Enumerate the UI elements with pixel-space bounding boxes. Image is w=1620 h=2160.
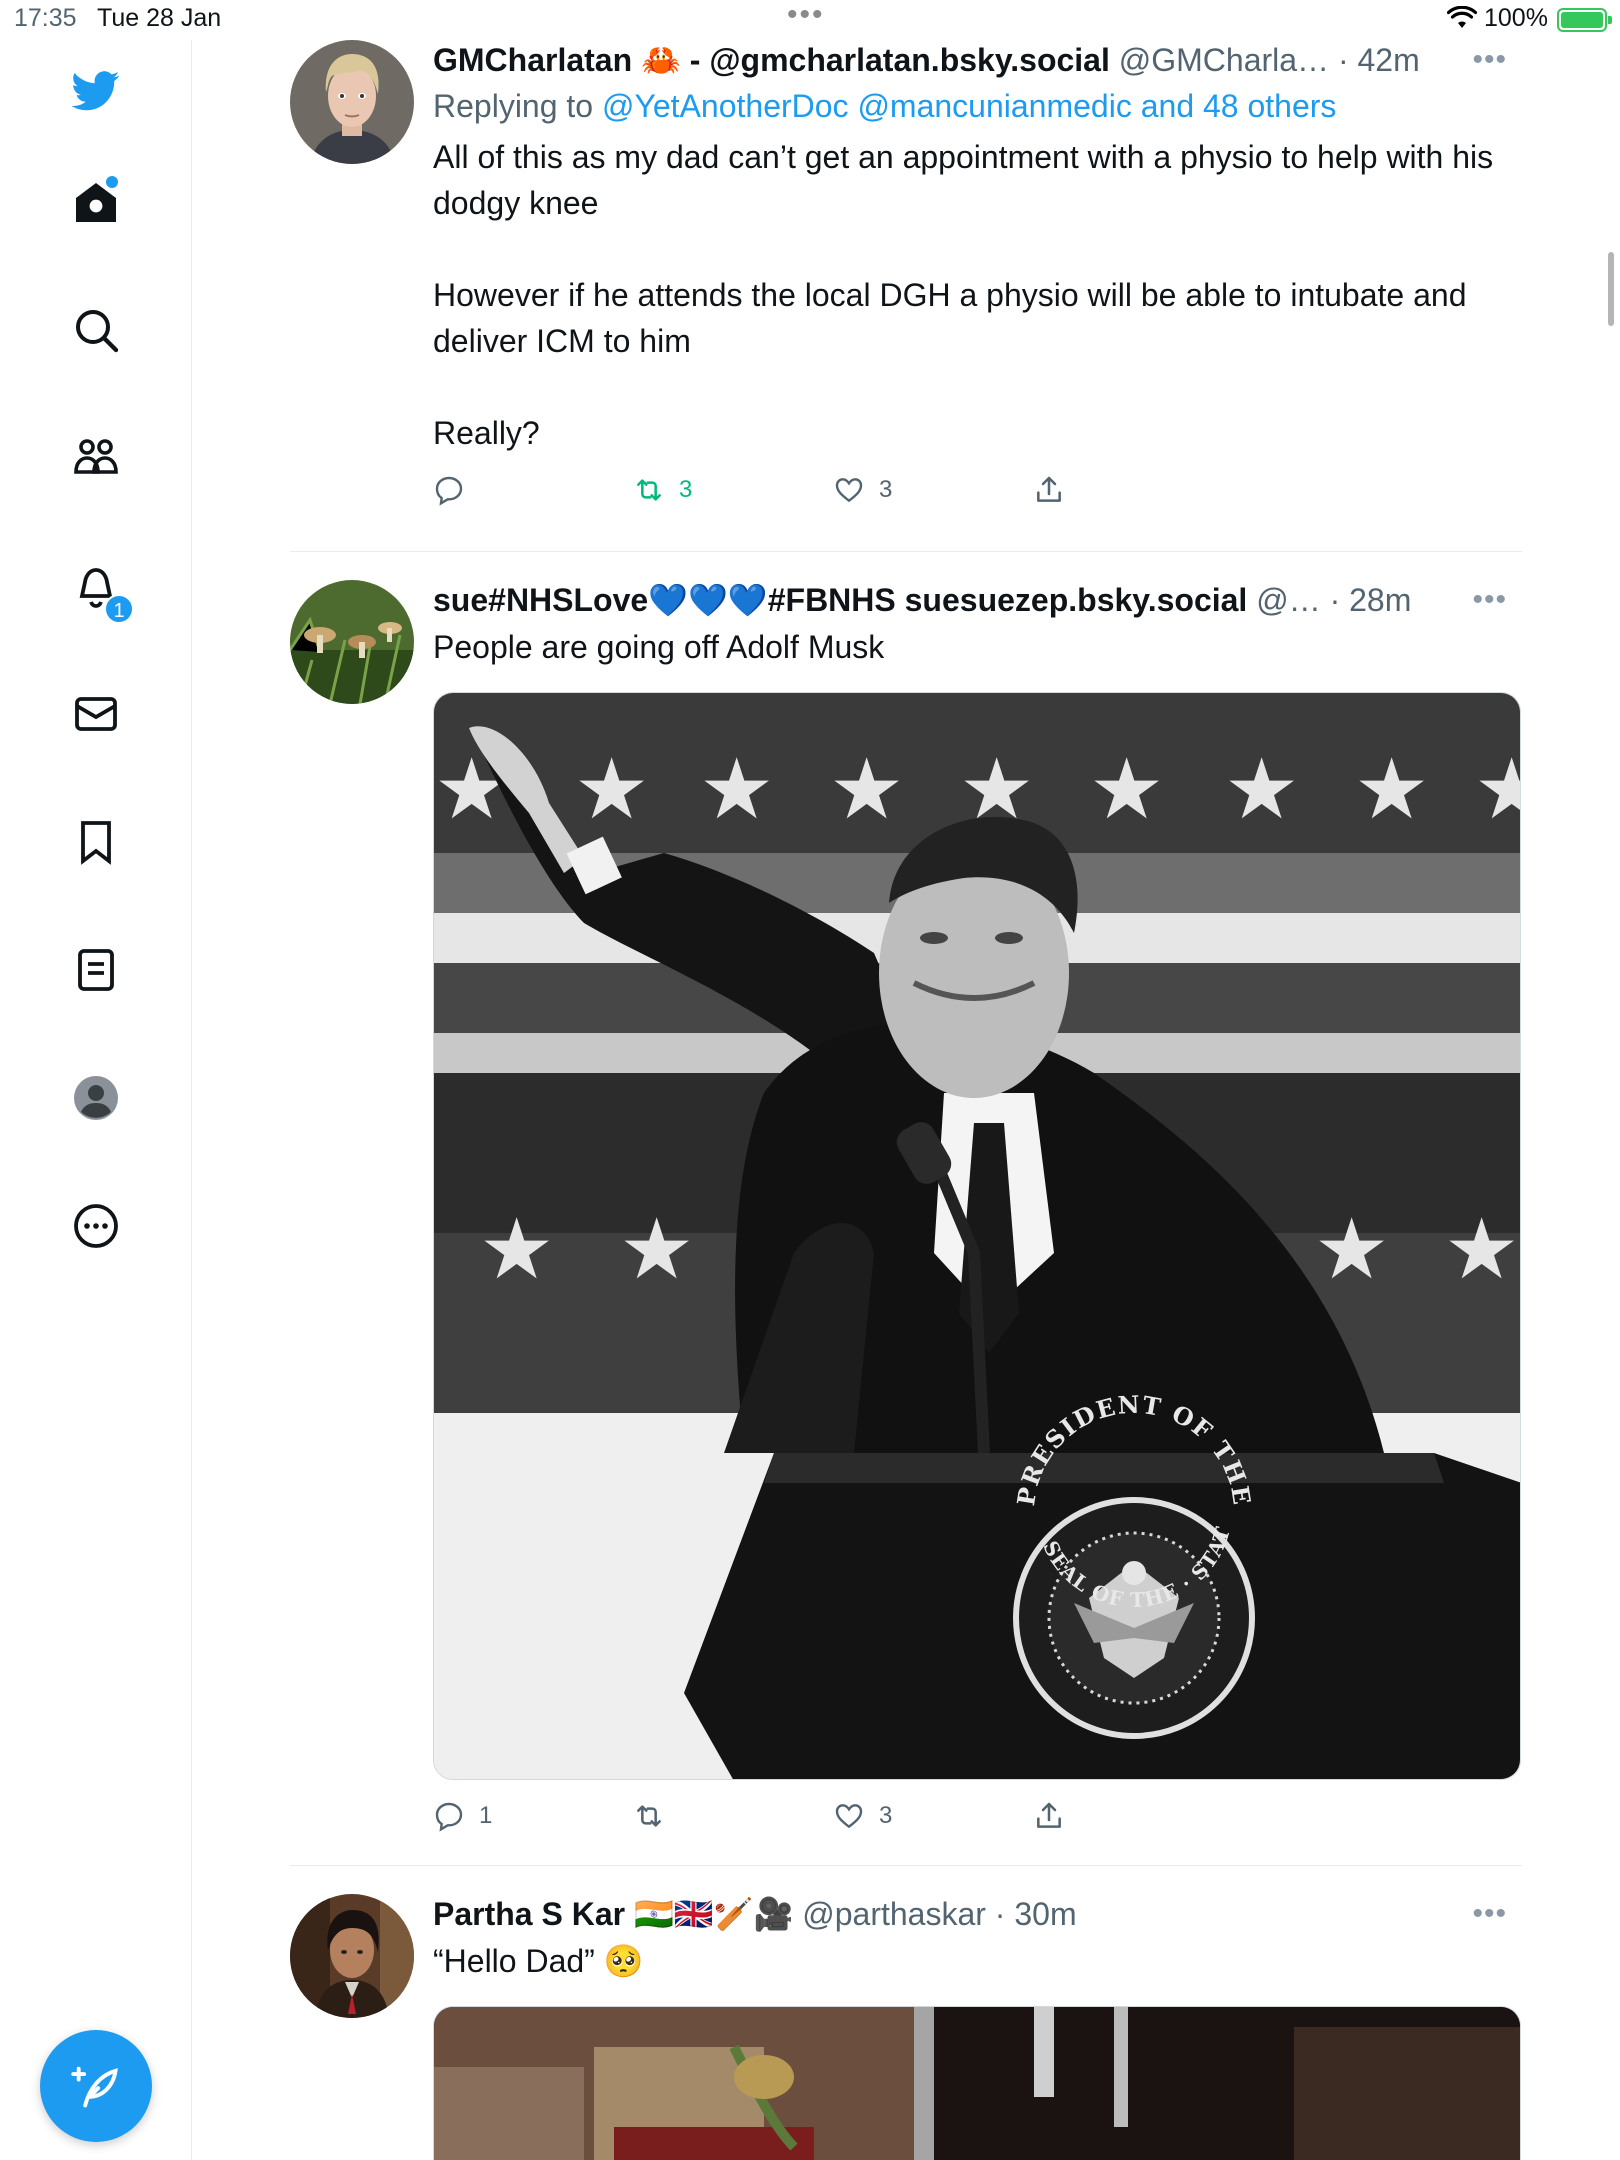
separator-dot: · bbox=[985, 1896, 1015, 1932]
like-count: 3 bbox=[879, 476, 893, 503]
avatar[interactable] bbox=[290, 580, 414, 704]
status-bar: 17:35 Tue 28 Jan ••• 100% bbox=[0, 0, 1620, 40]
tweet-actions: 3 3 bbox=[433, 474, 1521, 522]
tweet-time[interactable]: 30m bbox=[1014, 1896, 1076, 1932]
profile-icon[interactable] bbox=[64, 1066, 128, 1130]
share-icon bbox=[1037, 1802, 1061, 1828]
status-date: Tue 28 Jan bbox=[97, 4, 222, 32]
avatar[interactable] bbox=[290, 40, 414, 164]
svg-text:★: ★ bbox=[1089, 740, 1164, 838]
user-handle[interactable]: @parthaskar bbox=[802, 1896, 986, 1932]
tweet-text: “Hello Dad” 🥺 bbox=[433, 1943, 644, 1979]
communities-icon[interactable] bbox=[64, 426, 128, 490]
svg-text:★: ★ bbox=[619, 1200, 694, 1298]
wifi-icon bbox=[1446, 5, 1478, 37]
svg-text:★: ★ bbox=[1444, 1200, 1519, 1298]
reply-count: 1 bbox=[479, 1802, 493, 1829]
lists-icon[interactable] bbox=[64, 938, 128, 1002]
display-name[interactable]: GMCharlatan 🦀 - @gmcharlatan.bsky.social bbox=[433, 42, 1110, 78]
like-button[interactable]: 3 bbox=[833, 1800, 892, 1832]
user-handle[interactable]: @GMCharla… bbox=[1119, 42, 1329, 78]
svg-text:★: ★ bbox=[1474, 740, 1521, 838]
share-button[interactable] bbox=[1033, 474, 1065, 506]
display-name[interactable]: Partha S Kar 🇮🇳🇬🇧🏏🎥 bbox=[433, 1896, 793, 1932]
separator-dot: · bbox=[1329, 42, 1358, 78]
retweet-count: 3 bbox=[679, 476, 693, 503]
share-button[interactable] bbox=[1033, 1800, 1065, 1832]
notifications-count-badge: 1 bbox=[104, 594, 134, 624]
replying-to-mentions[interactable]: @YetAnotherDoc @mancunianmedic and 48 ot… bbox=[602, 88, 1336, 124]
share-icon bbox=[1037, 476, 1061, 502]
retweet-button[interactable] bbox=[633, 1800, 679, 1832]
compose-button[interactable] bbox=[40, 2030, 152, 2142]
svg-text:★: ★ bbox=[829, 740, 904, 838]
replying-to-label: Replying to bbox=[433, 88, 594, 124]
replying-to: Replying to @YetAnotherDoc @mancunianmed… bbox=[433, 82, 1521, 130]
tweet-media-image[interactable] bbox=[433, 2006, 1521, 2160]
retweet-icon bbox=[637, 479, 661, 501]
tweet-actions: 1 3 bbox=[433, 1800, 1521, 1848]
svg-text:★: ★ bbox=[1314, 1200, 1389, 1298]
bookmark-icon[interactable] bbox=[64, 810, 128, 874]
tweet-more-icon[interactable]: ••• bbox=[1472, 1894, 1507, 1934]
svg-text:★: ★ bbox=[479, 1200, 554, 1298]
retweet-icon bbox=[637, 1805, 661, 1827]
svg-text:★: ★ bbox=[699, 740, 774, 838]
tweet-text: People are going off Adolf Musk bbox=[433, 629, 885, 665]
tweet-body: sue#NHSLove💙💙💙#FBNHS suesuezep.bsky.soci… bbox=[433, 580, 1521, 1848]
sidebar-nav: 1 bbox=[0, 40, 192, 2160]
home-icon[interactable] bbox=[64, 170, 128, 234]
tweet-header: sue#NHSLove💙💙💙#FBNHS suesuezep.bsky.soci… bbox=[433, 580, 1521, 620]
tweet-body: GMCharlatan 🦀 - @gmcharlatan.bsky.social… bbox=[433, 40, 1521, 522]
multitasking-dots-icon[interactable]: ••• bbox=[787, 0, 825, 30]
reply-button[interactable] bbox=[433, 474, 479, 506]
compose-feather-icon bbox=[71, 2066, 118, 2108]
avatar[interactable] bbox=[290, 1894, 414, 2018]
svg-text:★: ★ bbox=[574, 740, 649, 838]
tweet-divider bbox=[290, 551, 1522, 552]
status-time: 17:35 bbox=[14, 4, 77, 32]
scrollbar[interactable] bbox=[1608, 252, 1614, 326]
tweet-header: Partha S Kar 🇮🇳🇬🇧🏏🎥 @parthaskar · 30m ••… bbox=[433, 1894, 1521, 1934]
user-handle[interactable]: @… bbox=[1256, 582, 1320, 618]
search-icon[interactable] bbox=[64, 298, 128, 362]
reply-button[interactable]: 1 bbox=[433, 1800, 492, 1832]
tweet-text: All of this as my dad can’t get an appoi… bbox=[433, 139, 1494, 451]
retweet-button[interactable]: 3 bbox=[633, 474, 692, 506]
tweet-header: GMCharlatan 🦀 - @gmcharlatan.bsky.social… bbox=[433, 40, 1521, 80]
more-options-icon[interactable] bbox=[64, 1194, 128, 1258]
like-count: 3 bbox=[879, 1802, 893, 1829]
svg-text:★: ★ bbox=[1354, 740, 1429, 838]
heart-icon bbox=[835, 1804, 863, 1829]
tweet-time[interactable]: 28m bbox=[1349, 582, 1411, 618]
tweet-time[interactable]: 42m bbox=[1357, 42, 1419, 78]
separator-dot: · bbox=[1320, 582, 1350, 618]
battery-percentage: 100% bbox=[1484, 4, 1548, 32]
tweet-more-icon[interactable]: ••• bbox=[1472, 580, 1507, 620]
svg-text:★: ★ bbox=[1224, 740, 1299, 838]
battery-charging-icon bbox=[1557, 8, 1612, 32]
tweet-media-image[interactable]: ★ ★ ★ ★ ★ ★ ★ ★ ★ ★ ★ ★ ★ ★ bbox=[433, 692, 1521, 1780]
display-name[interactable]: sue#NHSLove💙💙💙#FBNHS suesuezep.bsky.soci… bbox=[433, 582, 1247, 618]
like-button[interactable]: 3 bbox=[833, 474, 892, 506]
home-new-dot bbox=[106, 176, 118, 188]
heart-icon bbox=[835, 478, 863, 503]
reply-icon bbox=[435, 476, 463, 506]
messages-envelope-icon[interactable] bbox=[64, 682, 128, 746]
twitter-logo-icon[interactable] bbox=[64, 58, 128, 122]
tweet-more-icon[interactable]: ••• bbox=[1472, 40, 1507, 80]
tweet-divider bbox=[290, 1865, 1522, 1866]
tweet-body: Partha S Kar 🇮🇳🇬🇧🏏🎥 @parthaskar · 30m ••… bbox=[433, 1894, 1521, 2160]
reply-icon bbox=[435, 1802, 463, 1832]
timeline: GMCharlatan 🦀 - @gmcharlatan.bsky.social… bbox=[192, 40, 1620, 2160]
